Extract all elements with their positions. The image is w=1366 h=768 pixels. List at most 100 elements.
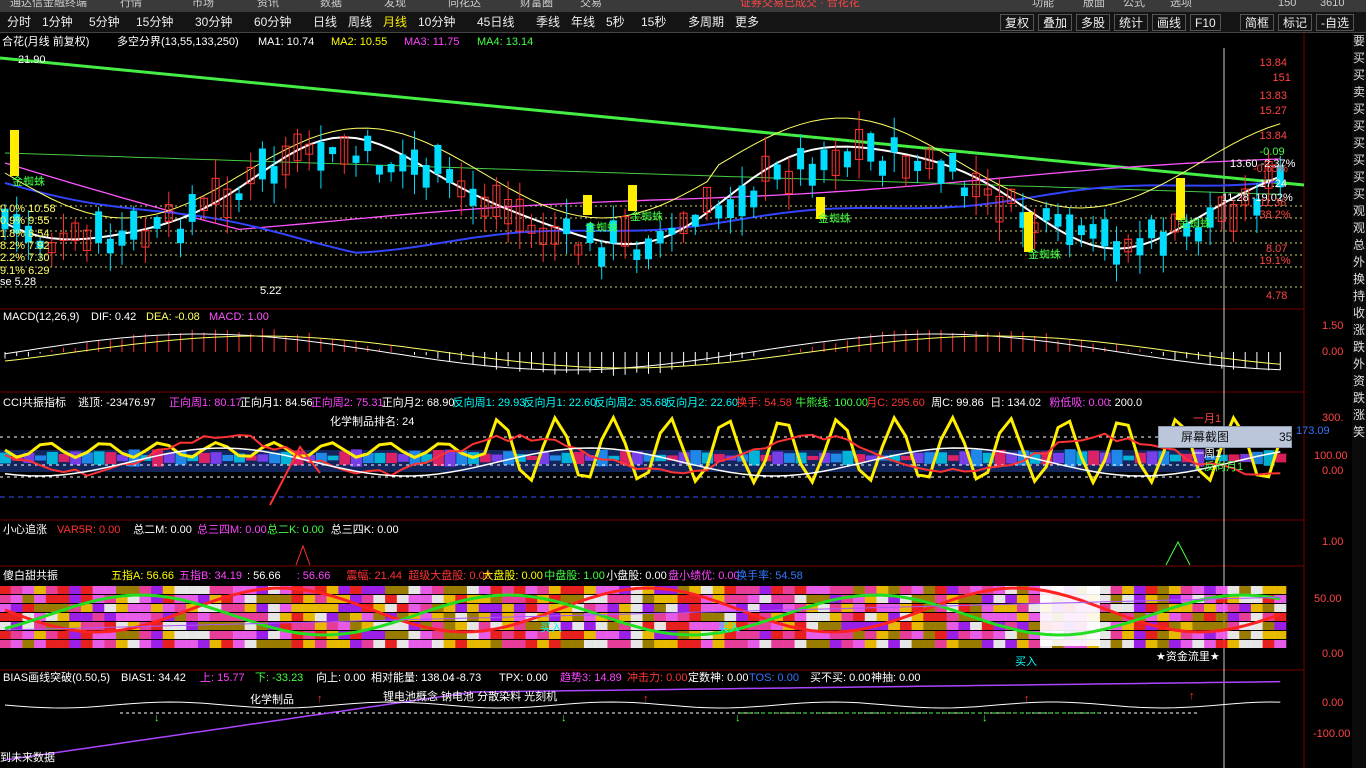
signal-candle [628,185,637,211]
screenshot-popup[interactable]: 屏幕截图 35 [1158,426,1292,448]
heat-cell [256,613,269,621]
fib-label: 8.2% 7.92 [0,239,50,252]
heat-cell [1204,613,1217,621]
heat-cell [1192,613,1205,621]
menu-item[interactable]: 同花达 [448,0,481,9]
tool-button[interactable]: 多股 [1076,14,1111,31]
period-tab[interactable]: 分时 [6,12,32,32]
heat-cell [935,586,947,594]
heat-cell [162,640,175,648]
period-tab[interactable]: 日线 [312,12,338,32]
period-tab[interactable]: 更多 [734,12,760,32]
tool-button[interactable]: 画线 [1152,14,1187,31]
period-tab[interactable]: 周线 [347,12,373,32]
heat-cell [338,586,351,594]
period-tab[interactable]: 月线 [382,12,408,32]
tool-button[interactable]: -自选 [1316,14,1354,31]
menu-item[interactable]: 公式 [1123,0,1145,9]
menu-item[interactable]: 交易 [580,0,602,9]
heat-cell [619,631,632,639]
macd-value: MACD: 1.00 [209,311,269,323]
strip-char: 跌 [1352,391,1365,405]
heat-cell [1239,631,1252,639]
period-tab[interactable]: 5秒 [605,12,626,32]
heat-cell [233,604,245,612]
heat-cell [361,631,374,639]
heat-cell [794,631,807,639]
menu-bar: 通达信金融终端 行情 市场 资讯 数据 发现 同花达 财富圈 交易 功能 版面 公式 选项 150 3610… [0,0,1366,12]
period-tab[interactable]: 季线 [535,12,561,32]
tool-button[interactable]: 叠加 [1038,14,1073,31]
candle-body [691,214,699,227]
heat-cell [34,595,47,603]
bias-item: 定数神: 0.00 [688,672,749,684]
tool-button[interactable]: 统计 [1114,14,1149,31]
period-tab[interactable]: 30分钟 [194,12,233,32]
sbt-item: 五指B: 34.19 [179,570,242,582]
menu-item[interactable]: 选项 [1170,0,1192,9]
tool-button[interactable]: 复权 [1000,14,1035,31]
heat-cell [701,640,713,648]
heat-cell [338,622,351,630]
cci-item: 日: 134.02 [990,397,1042,409]
heat-cell [197,640,210,648]
heat-cell [548,640,561,648]
heat-cell [701,613,713,621]
menu-item[interactable]: 资讯 [257,0,279,9]
heat-cell [1204,604,1217,612]
heat-cell [1239,613,1252,621]
heat-cell [853,613,866,621]
cci-axis-tick: 300. [1322,412,1344,424]
heat-cell [162,586,175,594]
menu-item[interactable]: 3610 [1320,0,1344,9]
heat-cell [151,631,164,639]
period-tab[interactable]: 15分钟 [135,12,174,32]
period-tab[interactable]: 多周期 [687,12,725,32]
period-tab[interactable]: 60分钟 [253,12,292,32]
menu-item[interactable]: 通达信金融终端 [10,0,87,9]
menu-item[interactable]: 版面 [1083,0,1105,9]
menu-item[interactable]: 数据 [320,0,342,9]
candle-body [808,163,816,186]
heat-cell [724,613,737,621]
menu-item[interactable]: 财富圈 [520,0,553,9]
heat-cell [209,613,222,621]
period-tab[interactable]: 5分钟 [88,12,121,32]
bias-item: 神抽: 0.00 [871,672,921,684]
cci-block [772,451,784,465]
heat-cell [993,595,1006,603]
heat-cell [10,604,23,612]
heat-cell [221,631,234,639]
tool-button[interactable]: 简框 [1240,14,1275,31]
menu-item[interactable]: 行情 [120,0,142,9]
heat-cell [619,595,632,603]
period-tab[interactable]: 15秒 [640,12,667,32]
heat-cell [665,613,678,621]
heat-cell [935,622,947,630]
period-tab[interactable]: 1分钟 [41,12,74,32]
heat-cell [513,604,526,612]
heat-cell [782,586,795,594]
menu-item[interactable]: 功能 [1032,0,1054,9]
menu-item[interactable]: 市场 [192,0,214,9]
heat-cell [1110,631,1123,639]
heat-cell [771,631,784,639]
heat-cell [794,595,807,603]
heat-cell [1169,595,1181,603]
sbt-item: : 56.66 [247,570,281,582]
period-tab[interactable]: 年线 [570,12,596,32]
heat-cell [876,586,889,594]
candle-body [598,247,606,267]
heat-cell [1122,640,1135,648]
menu-item[interactable]: 150 [1278,0,1296,9]
heat-cell [303,595,316,603]
tool-button[interactable]: F10 [1190,14,1221,31]
period-tab[interactable]: 10分钟 [417,12,456,32]
period-tab[interactable]: 45日线 [476,12,515,32]
strip-char: 涨 [1352,408,1365,422]
heat-cell [958,640,971,648]
menu-item[interactable]: 发现 [384,0,406,9]
heat-cell [701,586,713,594]
tool-button[interactable]: 标记 [1278,14,1313,31]
heat-cell [1227,613,1240,621]
